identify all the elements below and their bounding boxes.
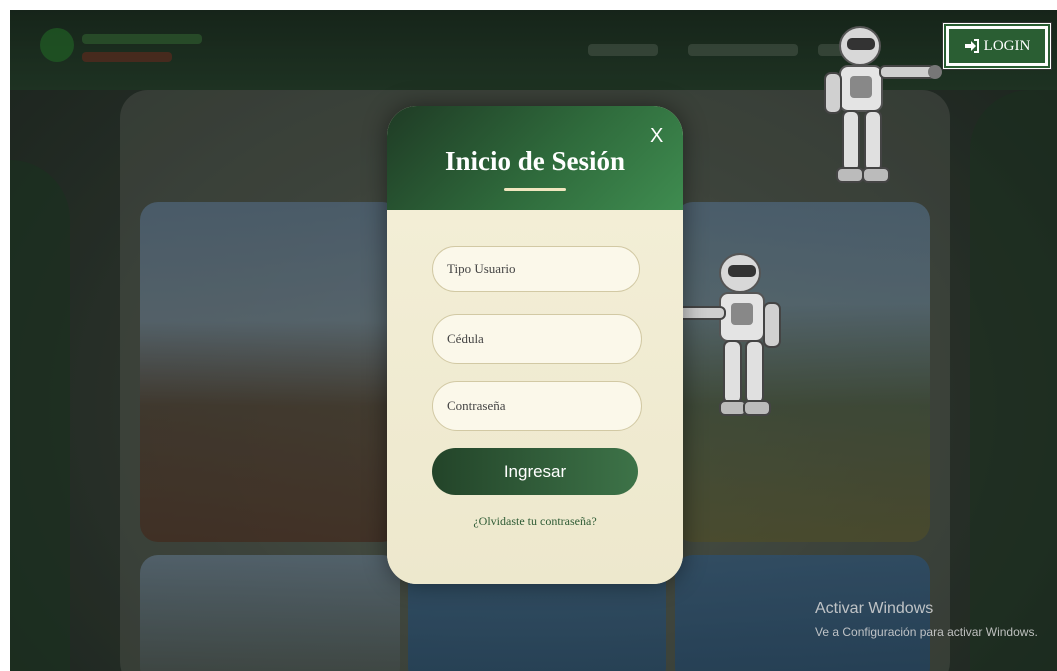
robot-mascot-icon (824, 26, 942, 183)
id-field[interactable] (432, 314, 642, 364)
close-icon[interactable]: X (650, 125, 663, 148)
login-button[interactable]: LOGIN (942, 22, 1052, 70)
windows-activation-title: Activar Windows (815, 600, 934, 617)
robot-mascot-icon (668, 253, 781, 416)
sign-in-icon (964, 39, 979, 53)
forgot-password-link[interactable]: ¿Olvidaste tu contraseña? (387, 514, 683, 529)
user-type-field[interactable] (432, 246, 640, 292)
windows-activation-subtitle: Ve a Configuración para activar Windows. (815, 625, 1038, 639)
submit-button[interactable]: Ingresar (432, 448, 638, 495)
modal-title: Inicio de Sesión (444, 146, 626, 176)
login-modal: Inicio de Sesión X Ingresar ¿Olvidaste t… (387, 106, 683, 584)
password-field[interactable] (432, 381, 642, 431)
title-underline (504, 188, 566, 191)
login-label: LOGIN (983, 37, 1031, 54)
modal-header: Inicio de Sesión X (387, 106, 683, 210)
